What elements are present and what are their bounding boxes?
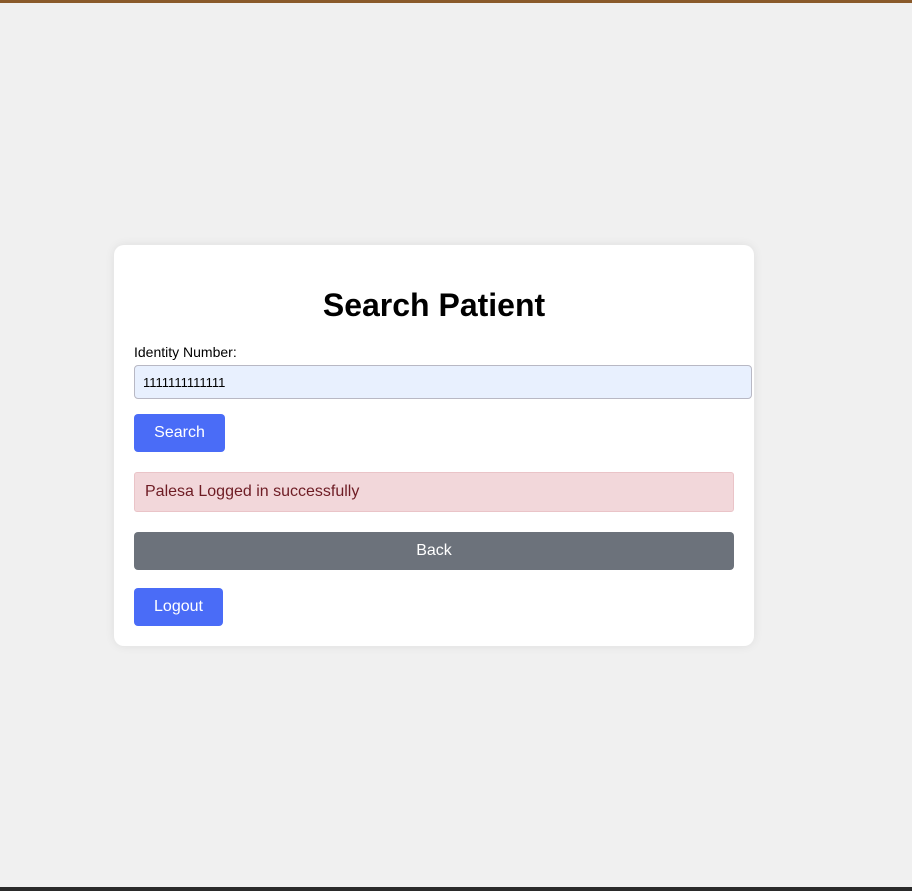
back-button[interactable]: Back [134, 532, 734, 570]
page-title: Search Patient [322, 287, 546, 323]
identity-number-input[interactable] [134, 365, 752, 399]
search-patient-card: Search Patient Identity Number: Search P… [114, 245, 754, 646]
status-alert: Palesa Logged in successfully [134, 472, 734, 512]
search-button[interactable]: Search [134, 414, 225, 452]
logout-button[interactable]: Logout [134, 588, 223, 626]
taskbar-edge [0, 887, 912, 891]
identity-number-label: Identity Number: [134, 344, 237, 360]
browser-top-edge [0, 0, 912, 3]
